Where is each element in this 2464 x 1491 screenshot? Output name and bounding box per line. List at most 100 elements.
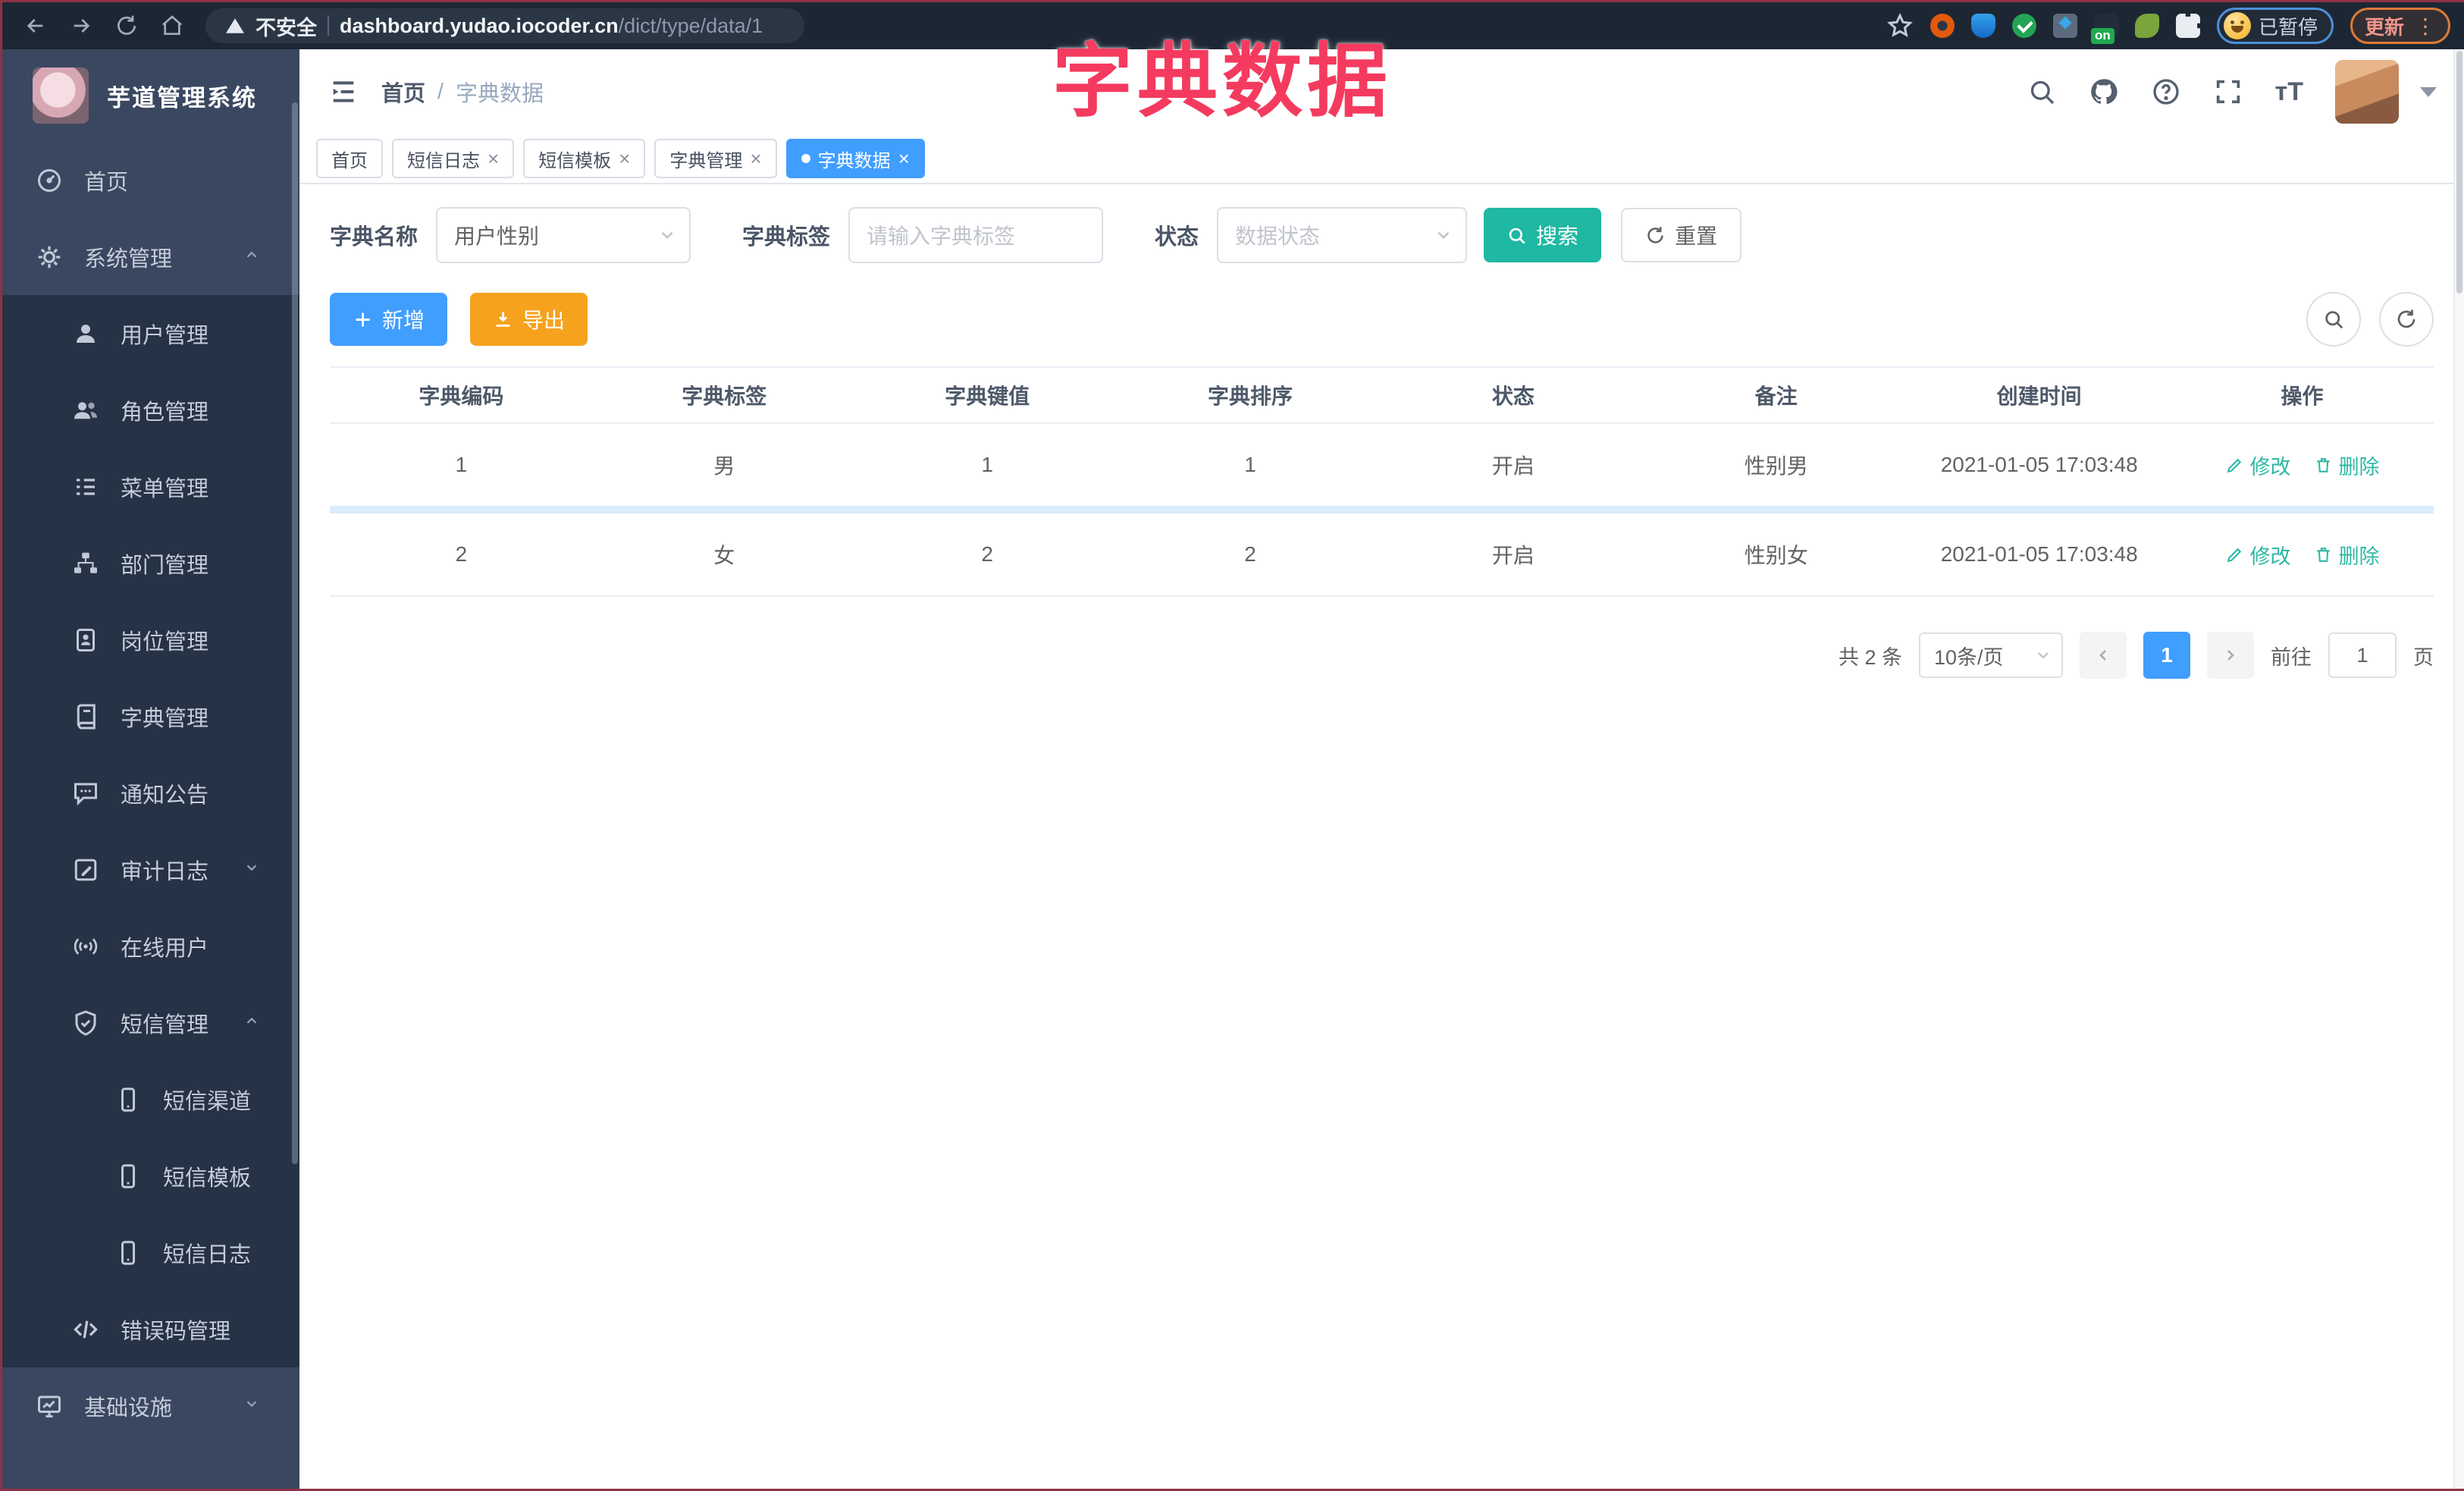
content-area: 字典名称 用户性别 字典标签 请输入字典标签 状态 数据状态 搜索 重置 新增 …	[299, 184, 2464, 1489]
extension-icon[interactable]: on	[2090, 14, 2118, 44]
page-size-select[interactable]: 10条/页	[1919, 632, 2063, 678]
github-icon[interactable]	[2089, 77, 2119, 107]
extensions-puzzle-icon[interactable]	[2175, 14, 2200, 38]
forward-icon[interactable]	[61, 8, 101, 44]
tab[interactable]: 短信模板 ×	[523, 139, 646, 178]
chevron-down-icon[interactable]	[2420, 86, 2437, 97]
close-icon[interactable]: ×	[898, 149, 910, 168]
edit-link[interactable]: 修改	[2225, 450, 2291, 480]
edit-icon	[2225, 456, 2244, 475]
column-header: 操作	[2281, 385, 2324, 408]
table-row[interactable]: 1 男 1 1 开启 性别男 2021-01-05 17:03:48 修改 删除	[330, 424, 2434, 507]
font-size-icon[interactable]: ᴛT	[2275, 77, 2303, 107]
bookmark-star-icon[interactable]	[1886, 12, 1914, 39]
menu-list-icon	[72, 473, 99, 501]
browser-menu-icon[interactable]: ⋮	[2415, 14, 2436, 39]
dict-label-input[interactable]: 请输入字典标签	[848, 207, 1104, 263]
table-row[interactable]: 2 女 2 2 开启 性别女 2021-01-05 17:03:48 修改 删除	[330, 513, 2434, 597]
toggle-search-button[interactable]	[2306, 292, 2361, 347]
current-page[interactable]: 1	[2143, 632, 2190, 679]
sidebar-item[interactable]: 岗位管理	[2, 601, 299, 678]
tab[interactable]: 字典数据 ×	[785, 139, 925, 178]
delete-icon	[2314, 456, 2333, 475]
extension-icon[interactable]	[2134, 14, 2159, 38]
close-icon[interactable]: ×	[619, 149, 630, 168]
table-header-row: 字典编码 字典标签 字典键值 字典排序 状态 备注 创建时间 操作	[330, 368, 2434, 424]
close-icon[interactable]: ×	[487, 149, 499, 168]
edit-link[interactable]: 修改	[2225, 540, 2291, 570]
sidebar-item[interactable]: 菜单管理	[2, 448, 299, 525]
goto-page-input[interactable]: 1	[2328, 632, 2397, 678]
sidebar-item[interactable]: 角色管理	[2, 372, 299, 448]
sidebar-item[interactable]: 字典管理	[2, 678, 299, 755]
sidebar-item[interactable]: 通知公告	[2, 755, 299, 831]
tab[interactable]: 首页	[316, 139, 383, 178]
breadcrumb-home[interactable]: 首页	[381, 76, 425, 108]
security-label[interactable]: 不安全	[255, 11, 317, 41]
delete-link[interactable]: 删除	[2314, 450, 2380, 480]
sidebar-item[interactable]: 审计日志	[2, 831, 299, 908]
sidebar-item[interactable]: 首页	[2, 142, 299, 218]
help-icon[interactable]	[2151, 77, 2181, 107]
extension-icon[interactable]	[2052, 14, 2077, 38]
sidebar-item[interactable]: 基础设施	[2, 1367, 299, 1444]
sidebar-item[interactable]: 短信渠道	[2, 1061, 299, 1138]
reset-button[interactable]: 重置	[1621, 208, 1742, 262]
user-avatar[interactable]	[2335, 60, 2399, 124]
gear-icon	[36, 243, 63, 271]
extension-icon[interactable]	[1930, 14, 1955, 38]
edit-icon	[2225, 545, 2244, 564]
next-page-button[interactable]	[2207, 632, 2254, 679]
fullscreen-icon[interactable]	[2213, 77, 2243, 107]
warning-icon	[225, 16, 245, 36]
dict-name-select[interactable]: 用户性别	[436, 207, 691, 263]
cell-value: 1	[981, 453, 993, 476]
scrollbar-thumb[interactable]	[2456, 51, 2462, 293]
search-button-label: 搜索	[1536, 224, 1579, 248]
column-header: 字典编码	[419, 385, 504, 408]
refresh-button[interactable]	[2379, 292, 2434, 347]
address-bar[interactable]: 不安全 dashboard.yudao.iocoder.cn/dict/type…	[205, 8, 804, 43]
tab[interactable]: 字典管理 ×	[654, 139, 777, 178]
back-icon[interactable]	[16, 8, 55, 44]
search-icon[interactable]	[2027, 77, 2057, 107]
cell-code: 1	[455, 453, 468, 476]
sidebar-item[interactable]: 短信管理	[2, 984, 299, 1061]
url-text: dashboard.yudao.iocoder.cn/dict/type/dat…	[340, 14, 763, 38]
close-icon[interactable]: ×	[750, 149, 761, 168]
reload-icon[interactable]	[107, 8, 146, 44]
dict-name-value: 用户性别	[454, 224, 540, 248]
extension-icon[interactable]	[2011, 14, 2036, 38]
profile-paused-badge[interactable]: 已暂停	[2216, 8, 2334, 44]
sidebar-item[interactable]: 错误码管理	[2, 1291, 299, 1367]
edit-link-label: 修改	[2249, 455, 2291, 479]
home-icon[interactable]	[152, 8, 192, 44]
sidebar-item[interactable]: 系统管理	[2, 218, 299, 295]
delete-link[interactable]: 删除	[2314, 540, 2380, 570]
page-scrollbar[interactable]	[2453, 49, 2464, 1489]
sidebar-collapse-icon[interactable]	[327, 77, 360, 107]
sidebar-item[interactable]: 在线用户	[2, 908, 299, 984]
sidebar-item[interactable]: 部门管理	[2, 525, 299, 601]
app-frame: 芋道管理系统 首页系统管理用户管理 角色管理 菜单管理 部门管理 岗位管理 字典管理 通知公…	[2, 49, 2464, 1489]
tab[interactable]: 短信日志 ×	[392, 139, 515, 178]
dict-name-label: 字典名称	[330, 225, 419, 250]
add-button[interactable]: 新增	[330, 293, 448, 346]
prev-page-button[interactable]	[2080, 632, 2127, 679]
dict-label-label: 字典标签	[742, 225, 831, 250]
sidebar-logo-row[interactable]: 芋道管理系统	[2, 49, 299, 142]
sidebar-item-label: 系统管理	[84, 246, 173, 272]
sidebar-item[interactable]: 短信模板	[2, 1138, 299, 1214]
sidebar-item[interactable]: 用户管理	[2, 295, 299, 372]
divider	[328, 16, 329, 36]
chrome-update-button[interactable]: 更新 ⋮	[2350, 8, 2450, 44]
sidebar-item[interactable]: 短信日志	[2, 1214, 299, 1291]
export-button[interactable]: 导出	[470, 293, 588, 346]
sidebar-scrollbar[interactable]	[292, 102, 298, 1164]
status-select[interactable]: 数据状态	[1217, 207, 1468, 263]
url-host: dashboard.yudao.iocoder.cn	[340, 14, 619, 37]
cell-code: 2	[455, 542, 468, 566]
dict-data-table: 字典编码 字典标签 字典键值 字典排序 状态 备注 创建时间 操作 1 男 1 1 开启 性别男 2021…	[330, 366, 2434, 597]
extension-icon[interactable]	[1970, 14, 1995, 38]
search-button[interactable]: 搜索	[1484, 208, 1602, 262]
